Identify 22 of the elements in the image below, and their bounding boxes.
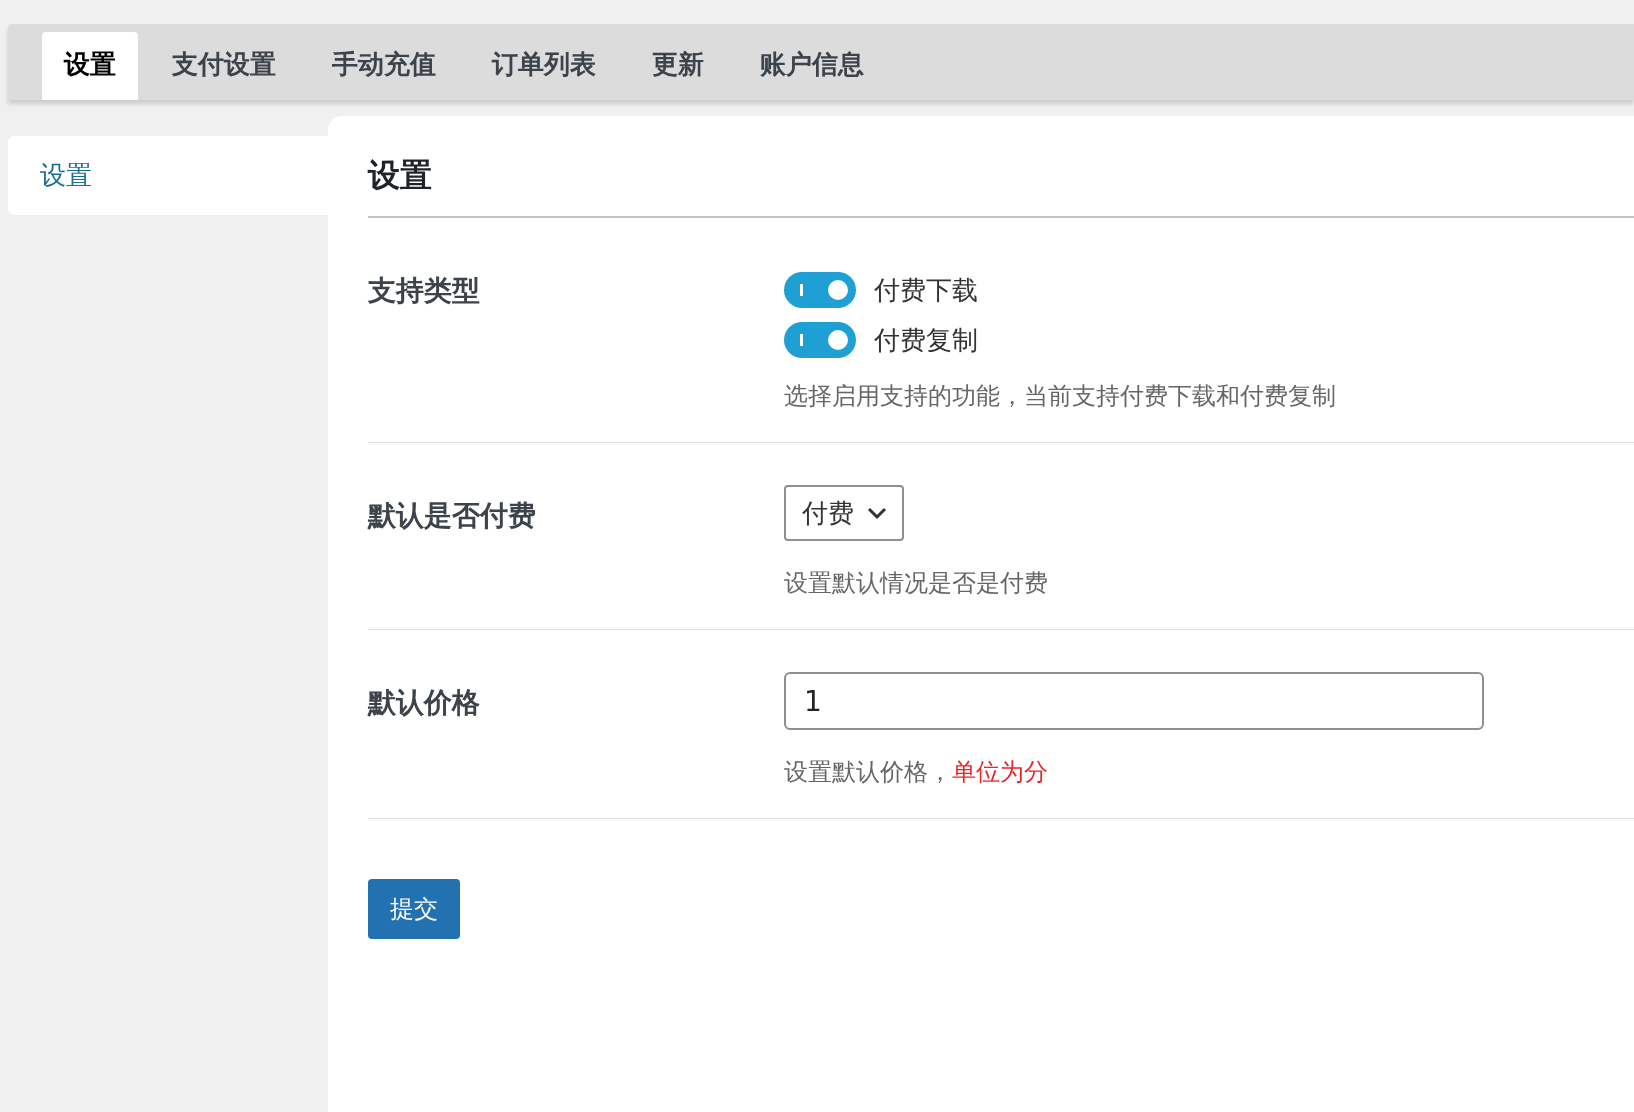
- help-text: 设置默认情况是否是付费: [784, 568, 1048, 599]
- toggle-switch[interactable]: [784, 322, 856, 358]
- tab[interactable]: 更新: [630, 32, 726, 100]
- tab[interactable]: 手动充值: [310, 32, 458, 100]
- price-input[interactable]: 1: [784, 672, 1484, 730]
- toggle-label: 付费复制: [874, 323, 978, 357]
- dropdown[interactable]: 付费: [784, 485, 904, 541]
- tab[interactable]: 设置: [42, 32, 138, 100]
- sidebar-item[interactable]: 设置: [8, 136, 328, 215]
- field-label: 默认价格: [368, 685, 481, 721]
- help-text: 选择启用支持的功能，当前支持付费下载和付费复制: [784, 381, 1336, 412]
- panel-title: 设置: [368, 154, 1634, 218]
- help-text: 设置默认价格，单位为分: [784, 757, 1049, 788]
- tab[interactable]: 账户信息: [738, 32, 886, 100]
- field-label: 支持类型: [368, 273, 481, 309]
- tab[interactable]: 订单列表: [470, 32, 618, 100]
- submit-button[interactable]: 提交: [368, 879, 460, 939]
- field-label: 默认是否付费: [368, 498, 537, 534]
- tab[interactable]: 支付设置: [150, 32, 298, 100]
- toggle-label: 付费下载: [874, 273, 978, 307]
- toggle-switch[interactable]: [784, 272, 856, 308]
- chevron-down-icon: [866, 506, 888, 520]
